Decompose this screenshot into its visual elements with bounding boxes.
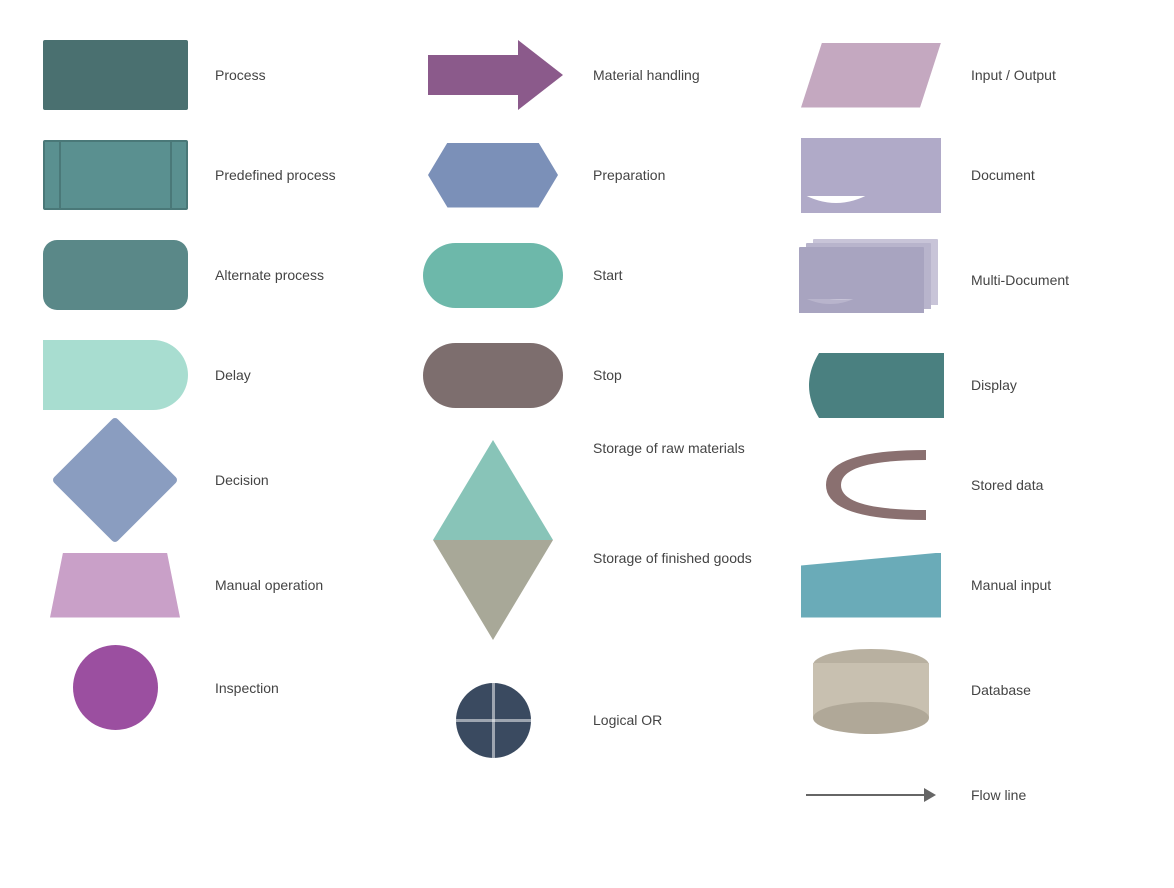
- shape-logical-or-container: [408, 683, 578, 758]
- legend-item-document: Document: [776, 130, 1154, 220]
- legend-item-process: Process: [20, 30, 398, 120]
- storage-raw-label: Storage of raw materials: [593, 440, 752, 550]
- start-shape: [423, 243, 563, 308]
- manual-input-label: Manual input: [956, 577, 1144, 593]
- predefined-label: Predefined process: [200, 167, 388, 183]
- shape-decision-container: [30, 435, 200, 525]
- shape-storage-combined-container: [408, 440, 578, 640]
- legend-item-inspection: Inspection: [20, 640, 398, 735]
- delay-shape: [43, 340, 188, 410]
- flow-line-body: [806, 794, 924, 796]
- start-label: Start: [578, 267, 766, 283]
- database-shape: [806, 645, 936, 735]
- shape-document-container: [786, 138, 956, 213]
- shape-process-container: [30, 40, 200, 110]
- alternate-label: Alternate process: [200, 267, 388, 283]
- legend-item-manual-input: Manual input: [776, 540, 1154, 630]
- legend-item-alternate: Alternate process: [20, 230, 398, 320]
- document-shape: [801, 138, 941, 213]
- delay-label: Delay: [200, 367, 388, 383]
- legend-item-decision: Decision: [20, 430, 398, 530]
- inspection-label: Inspection: [200, 680, 388, 696]
- multi-document-label: Multi-Document: [956, 272, 1144, 288]
- legend-item-multi-document: Multi-Document: [776, 230, 1154, 330]
- inspection-shape: [73, 645, 158, 730]
- storage-finished-shape: [433, 540, 553, 640]
- legend-item-manual-op: Manual operation: [20, 540, 398, 630]
- shape-alternate-container: [30, 240, 200, 310]
- shape-start-container: [408, 243, 578, 308]
- shape-inspection-container: [30, 645, 200, 730]
- preparation-label: Preparation: [578, 167, 766, 183]
- shape-material-handling-container: [408, 40, 578, 110]
- legend-item-predefined: Predefined process: [20, 130, 398, 220]
- flow-line-shape: [806, 788, 936, 802]
- legend-item-display: Display: [776, 340, 1154, 430]
- legend-item-material-handling: Material handling: [398, 30, 776, 120]
- legend-item-stored-data: Stored data: [776, 440, 1154, 530]
- stop-label: Stop: [578, 367, 766, 383]
- manual-op-shape: [50, 553, 180, 618]
- decision-wrapper: [55, 435, 175, 525]
- legend-item-database: Database: [776, 640, 1154, 740]
- shape-display-container: [786, 353, 956, 418]
- stored-data-label: Stored data: [956, 477, 1144, 493]
- material-handling-label: Material handling: [578, 67, 766, 83]
- storage-raw-shape: [433, 440, 553, 540]
- legend-item-start: Start: [398, 230, 776, 320]
- shape-multi-document-container: [786, 235, 956, 325]
- legend-item-storage-combined: Storage of raw materials Storage of fini…: [398, 430, 776, 665]
- predefined-shape: [43, 140, 188, 210]
- database-label: Database: [956, 682, 1144, 698]
- storage-finished-label: Storage of finished goods: [593, 550, 752, 660]
- legend-item-flow-line: Flow line: [776, 750, 1154, 840]
- alternate-shape: [43, 240, 188, 310]
- display-label: Display: [956, 377, 1144, 393]
- multi-document-shape: [799, 235, 944, 325]
- flow-line-arrow: [924, 788, 936, 802]
- shape-input-output-container: [786, 43, 956, 108]
- legend-column-1: Process Predefined process Alternate pro…: [20, 30, 398, 840]
- manual-op-label: Manual operation: [200, 577, 388, 593]
- decision-label: Decision: [200, 472, 388, 488]
- legend-item-preparation: Preparation: [398, 130, 776, 220]
- input-output-label: Input / Output: [956, 67, 1144, 83]
- shape-stop-container: [408, 343, 578, 408]
- logical-or-label: Logical OR: [578, 712, 766, 728]
- shape-delay-container: [30, 340, 200, 410]
- manual-input-shape: [801, 553, 941, 618]
- input-output-shape: [801, 43, 941, 108]
- flow-line-label: Flow line: [956, 787, 1144, 803]
- material-handling-shape: [428, 40, 558, 110]
- legend-item-stop: Stop: [398, 330, 776, 420]
- shape-stored-data-container: [786, 445, 956, 525]
- stored-data-shape: [806, 445, 936, 525]
- process-shape: [43, 40, 188, 110]
- legend-grid: Process Predefined process Alternate pro…: [0, 0, 1174, 870]
- stop-shape: [423, 343, 563, 408]
- shape-preparation-container: [408, 143, 578, 208]
- shape-database-container: [786, 645, 956, 735]
- display-shape: [799, 353, 944, 418]
- shape-manual-op-container: [30, 553, 200, 618]
- shape-predefined-container: [30, 140, 200, 210]
- legend-column-3: Input / Output Document: [776, 30, 1154, 840]
- logical-or-shape: [456, 683, 531, 758]
- preparation-shape: [428, 143, 558, 208]
- legend-item-delay: Delay: [20, 330, 398, 420]
- process-label: Process: [200, 67, 388, 83]
- storage-labels: Storage of raw materials Storage of fini…: [578, 440, 752, 660]
- legend-item-logical-or: Logical OR: [398, 675, 776, 765]
- legend-item-input-output: Input / Output: [776, 30, 1154, 120]
- legend-column-2: Material handling Preparation Start Stop: [398, 30, 776, 840]
- shape-manual-input-container: [786, 553, 956, 618]
- decision-shape: [51, 416, 178, 543]
- document-label: Document: [956, 167, 1144, 183]
- shape-flow-line-container: [786, 788, 956, 802]
